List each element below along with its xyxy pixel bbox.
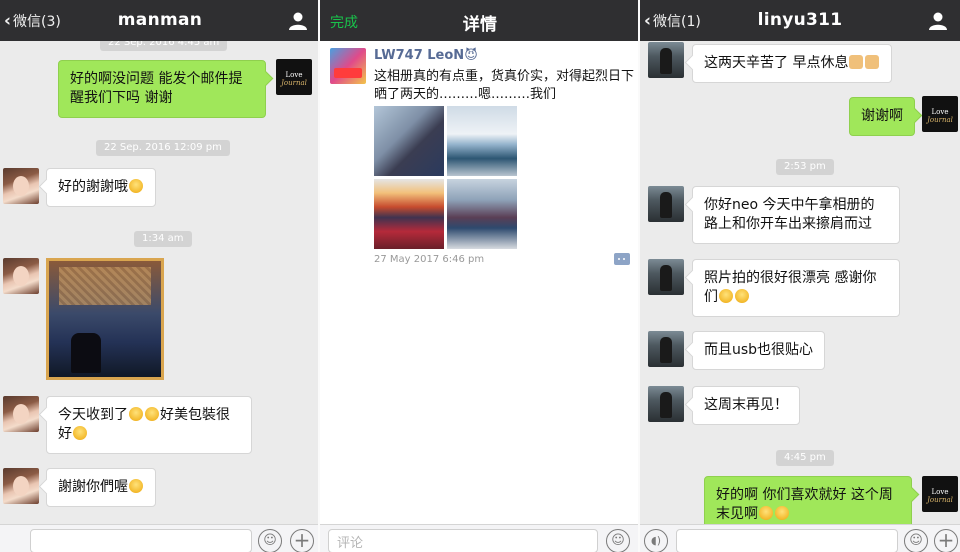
smile-emoji-icon [775, 506, 789, 520]
contact-info-icon[interactable] [288, 11, 308, 31]
avatar-contact[interactable] [648, 42, 684, 78]
timestamp: 22 Sep. 2016 12:09 pm [96, 140, 230, 156]
pray-emoji-icon [849, 55, 864, 69]
top-bar: ‹ 微信(1) linyu311 [640, 0, 960, 41]
timestamp: 2:53 pm [776, 159, 834, 175]
message-bubble-incoming[interactable]: 这周末再见！ [692, 386, 800, 425]
contact-info-icon[interactable] [928, 11, 948, 31]
chat-title: linyu311 [757, 10, 843, 30]
smile-emoji-icon [129, 479, 143, 493]
avatar-contact[interactable] [648, 259, 684, 295]
message-bubble-incoming[interactable]: 这两天辛苦了 早点休息 [692, 44, 893, 83]
comment-action-icon[interactable] [614, 253, 630, 265]
pray-emoji-icon [865, 55, 880, 69]
avatar-self-logo[interactable]: Love Journal [922, 476, 958, 512]
message-bubble-incoming[interactable]: 好的謝謝哦 [46, 168, 156, 207]
comment-bar: 评论 ☺ [320, 524, 640, 552]
smile-emoji-icon [759, 506, 773, 520]
post-date: 27 May 2017 6:46 pm [374, 254, 485, 265]
input-bar: ◖) ☺ + [640, 524, 960, 552]
smile-emoji-icon [145, 407, 159, 421]
timestamp: 4:45 pm [776, 450, 834, 466]
emoji-button-icon[interactable]: ☺ [606, 529, 630, 552]
avatar-contact[interactable] [3, 396, 39, 432]
message-input[interactable] [30, 529, 252, 552]
page-title: 详情 [462, 15, 498, 35]
post-photo-1[interactable] [374, 106, 444, 176]
top-bar: 完成 详情 [320, 0, 640, 41]
top-bar: ‹ 微信(3) manman [0, 0, 320, 41]
timestamp: 1:34 am [134, 231, 192, 247]
grin-emoji-icon [719, 289, 733, 303]
avatar-contact[interactable] [3, 168, 39, 204]
message-input[interactable] [676, 529, 898, 552]
emoji-button-icon[interactable]: ☺ [258, 529, 282, 552]
smile-emoji-icon [73, 426, 87, 440]
avatar-contact[interactable] [3, 258, 39, 294]
plus-button-icon[interactable]: + [934, 529, 958, 552]
avatar-contact[interactable] [648, 186, 684, 222]
chat-panel-manman: 22 Sep. 2016 4:45 am 好的啊没问题 能发个邮件提醒我们下吗 … [0, 0, 320, 552]
input-bar: ☺ + [0, 524, 320, 552]
post-photo-2[interactable] [447, 106, 517, 176]
post-photo-3[interactable] [374, 179, 444, 249]
message-bubble-incoming[interactable]: 而且usb也很贴心 [692, 331, 826, 370]
message-bubble-incoming[interactable]: 你好neo 今天中午拿相册的路上和你开车出来擦肩而过 [692, 186, 900, 244]
message-bubble-outgoing[interactable]: 好的啊没问题 能发个邮件提醒我们下吗 谢谢 [58, 60, 266, 118]
avatar-author[interactable] [330, 48, 366, 84]
smile-emoji-icon [129, 407, 143, 421]
image-message[interactable] [46, 258, 164, 380]
avatar-contact[interactable] [648, 386, 684, 422]
grin-emoji-icon [735, 289, 749, 303]
avatar-contact[interactable] [648, 331, 684, 367]
smile-emoji-icon [129, 179, 143, 193]
chat-title: manman [117, 10, 203, 30]
emoji-button-icon[interactable]: ☺ [904, 529, 928, 552]
message-bubble-incoming[interactable]: 照片拍的很好很漂亮 感谢你们 [692, 259, 900, 317]
avatar-self-logo[interactable]: Love Journal [922, 96, 958, 132]
message-bubble-incoming[interactable]: 今天收到了 好美包裝很好 [46, 396, 252, 454]
post-text: 这相册真的有点重，货真价实，对得起烈日下晒了两天的………嗯………我们 [374, 69, 635, 102]
avatar-self-logo[interactable]: Love Journal [276, 59, 312, 95]
chat-panel-linyu311: 这两天辛苦了 早点休息 谢谢啊 Love Journal 2:53 pm 你好ne… [640, 0, 960, 552]
author-name[interactable]: LW747 LeoN😈 [374, 48, 478, 63]
message-bubble-outgoing[interactable]: 谢谢啊 [849, 97, 915, 136]
avatar-contact[interactable] [3, 468, 39, 504]
message-bubble-incoming[interactable]: 謝謝你們喔 [46, 468, 156, 507]
post-photo-4[interactable] [447, 179, 517, 249]
plus-button-icon[interactable]: + [290, 529, 314, 552]
voice-button-icon[interactable]: ◖) [644, 529, 668, 552]
comment-input[interactable]: 评论 [328, 529, 598, 552]
moment-detail-panel: LW747 LeoN😈 这相册真的有点重，货真价实，对得起烈日下晒了两天的………… [320, 0, 640, 552]
